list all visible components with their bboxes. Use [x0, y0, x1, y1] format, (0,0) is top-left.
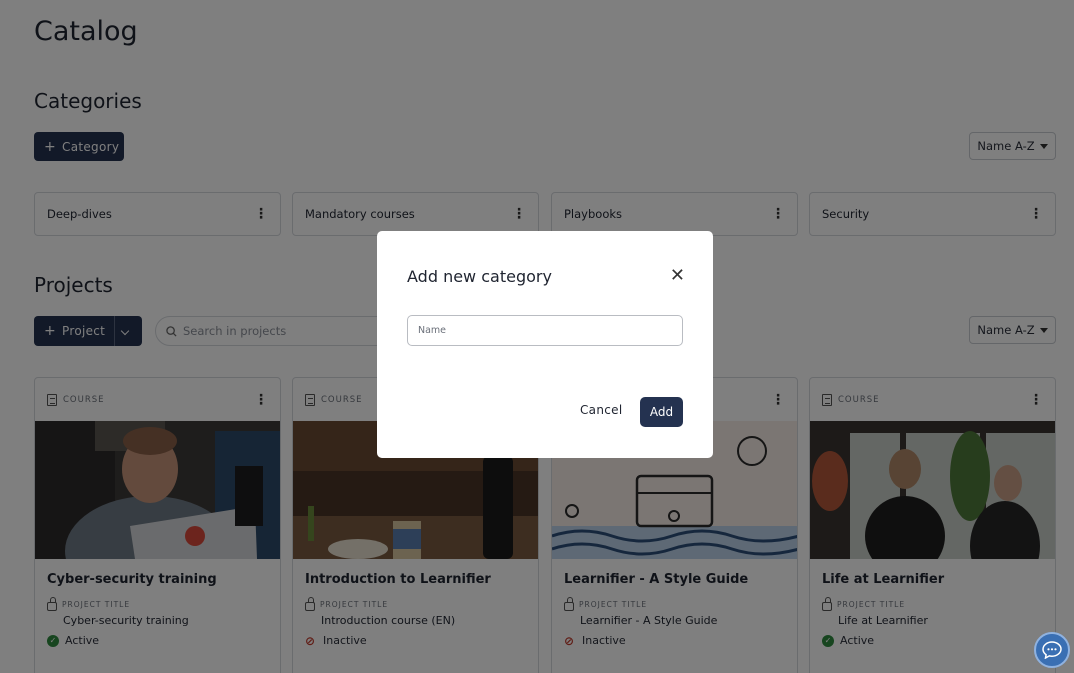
add-button[interactable]: Add — [640, 397, 683, 427]
cancel-button[interactable]: Cancel — [580, 403, 622, 417]
close-icon[interactable]: ✕ — [670, 265, 685, 286]
dialog-title: Add new category — [407, 267, 552, 286]
chat-bubble-icon — [1042, 641, 1062, 659]
category-name-input[interactable] — [407, 315, 683, 346]
add-category-dialog: Add new category ✕ Cancel Add — [377, 231, 713, 458]
chat-button[interactable] — [1034, 632, 1070, 668]
